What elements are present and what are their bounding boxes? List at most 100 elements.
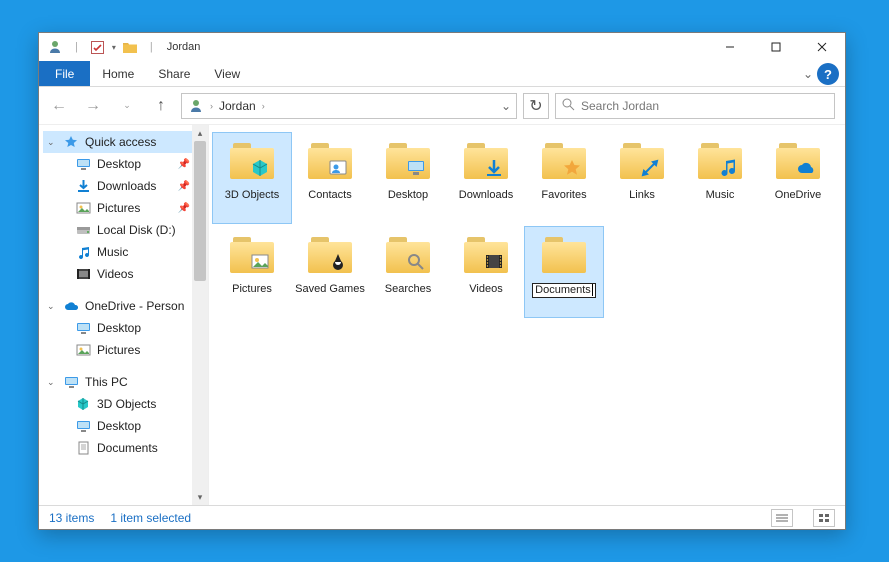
item-icon: [75, 440, 91, 456]
item-label: Videos: [469, 283, 502, 296]
folder-icon: [540, 231, 588, 279]
item-label: Saved Games: [295, 283, 365, 296]
folder-item[interactable]: Saved Games: [291, 227, 369, 317]
maximize-button[interactable]: [753, 33, 799, 61]
pin-icon: 📌: [178, 203, 190, 214]
tab-home[interactable]: Home: [90, 61, 146, 86]
close-button[interactable]: [799, 33, 845, 61]
folder-item[interactable]: Videos: [447, 227, 525, 317]
item-icon: [75, 156, 91, 172]
search-icon: [562, 98, 575, 114]
nav-onedrive[interactable]: ⌄ OneDrive - Person: [43, 295, 208, 317]
nav-item-label: Pictures: [97, 201, 140, 215]
item-label[interactable]: Documents: [532, 283, 596, 298]
search-icon: [406, 252, 426, 275]
folder-icon: [774, 137, 822, 185]
item-label: 3D Objects: [225, 189, 279, 202]
folder-item[interactable]: Music: [681, 133, 759, 223]
breadcrumb-segment[interactable]: Jordan: [219, 99, 256, 113]
folder-icon: [228, 137, 276, 185]
help-button[interactable]: ?: [817, 63, 839, 85]
nav-item[interactable]: Pictures: [43, 339, 208, 361]
desktop-icon: [406, 158, 426, 181]
folder-item[interactable]: Favorites: [525, 133, 603, 223]
nav-item-label: Downloads: [97, 179, 156, 193]
folder-item[interactable]: 3D Objects: [213, 133, 291, 223]
expand-icon[interactable]: ⌄: [47, 301, 57, 312]
tab-share[interactable]: Share: [146, 61, 202, 86]
item-label: Desktop: [388, 189, 428, 202]
folder-icon: [540, 137, 588, 185]
user-icon: [188, 98, 204, 114]
back-button[interactable]: ←: [45, 92, 73, 120]
scroll-thumb[interactable]: [194, 141, 206, 281]
folder-item[interactable]: Searches: [369, 227, 447, 317]
address-bar[interactable]: › Jordan › ⌄: [181, 93, 517, 119]
file-explorer-window: | ▾ | Jordan File Home Share View ⌄ ? ← …: [38, 32, 846, 530]
nav-item[interactable]: Desktop: [43, 415, 208, 437]
item-label: Pictures: [232, 283, 272, 296]
nav-item[interactable]: Pictures 📌: [43, 197, 208, 219]
folder-item[interactable]: Pictures: [213, 227, 291, 317]
scroll-track[interactable]: [192, 141, 208, 489]
scroll-down-icon[interactable]: ▾: [192, 489, 208, 505]
nav-this-pc[interactable]: ⌄ This PC: [43, 371, 208, 393]
item-icon: [75, 320, 91, 336]
pin-icon: 📌: [178, 159, 190, 170]
window-title: Jordan: [165, 41, 201, 53]
folder-item[interactable]: Documents: [525, 227, 603, 317]
expand-icon[interactable]: ⌄: [47, 137, 57, 148]
ribbon: File Home Share View ⌄ ?: [39, 61, 845, 87]
folder-icon: [384, 137, 432, 185]
minimize-button[interactable]: [707, 33, 753, 61]
search-placeholder: Search Jordan: [581, 99, 659, 113]
chevron-right-icon[interactable]: ›: [260, 101, 267, 111]
nav-scrollbar[interactable]: ▴ ▾: [192, 125, 208, 505]
download-icon: [484, 158, 504, 181]
qat-dropdown-icon[interactable]: ▾: [112, 43, 116, 52]
folder-item[interactable]: Contacts: [291, 133, 369, 223]
nav-label: Quick access: [85, 135, 156, 149]
folder-item[interactable]: OneDrive: [759, 133, 837, 223]
nav-item[interactable]: Downloads📌: [43, 175, 208, 197]
folder-icon: [618, 137, 666, 185]
item-icon: [75, 266, 91, 282]
recent-locations-button[interactable]: ⌄: [113, 92, 141, 120]
forward-button[interactable]: →: [79, 92, 107, 120]
view-details-button[interactable]: [771, 509, 793, 527]
expand-icon[interactable]: ⌄: [47, 377, 57, 388]
folder-icon: [306, 231, 354, 279]
tab-file[interactable]: File: [39, 61, 90, 86]
up-button[interactable]: ↑: [147, 92, 175, 120]
nav-item[interactable]: 3D Objects: [43, 393, 208, 415]
folder-item[interactable]: Links: [603, 133, 681, 223]
nav-item[interactable]: Desktop: [43, 317, 208, 339]
chevron-right-icon[interactable]: ›: [208, 101, 215, 111]
view-large-icons-button[interactable]: [813, 509, 835, 527]
folder-item[interactable]: Desktop: [369, 133, 447, 223]
nav-item-label: Music: [97, 245, 128, 259]
item-label: Contacts: [308, 189, 351, 202]
separator: |: [75, 41, 78, 53]
navigation-pane: ⌄ Quick access Desktop📌Downloads📌Picture…: [39, 125, 209, 505]
content-area[interactable]: 3D Objects Contacts Desktop Downloads Favori…: [209, 125, 845, 505]
address-history-dropdown[interactable]: ⌄: [496, 99, 516, 113]
nav-item[interactable]: Desktop📌: [43, 153, 208, 175]
nav-item[interactable]: Documents: [43, 437, 208, 459]
qat-checkbox-icon[interactable]: [90, 39, 106, 55]
nav-label: OneDrive - Person: [85, 299, 184, 313]
folder-item[interactable]: Downloads: [447, 133, 525, 223]
user-icon: [47, 39, 63, 55]
nav-item[interactable]: Music: [43, 241, 208, 263]
tab-view[interactable]: View: [202, 61, 252, 86]
nav-item[interactable]: Local Disk (D:): [43, 219, 208, 241]
none-icon: [562, 252, 582, 275]
item-label: Searches: [385, 283, 431, 296]
item-label: Downloads: [459, 189, 513, 202]
nav-item[interactable]: Videos: [43, 263, 208, 285]
refresh-button[interactable]: ↻: [523, 93, 549, 119]
ribbon-collapse-icon[interactable]: ⌄: [799, 61, 817, 86]
scroll-up-icon[interactable]: ▴: [192, 125, 208, 141]
nav-quick-access[interactable]: ⌄ Quick access: [43, 131, 208, 153]
search-box[interactable]: Search Jordan: [555, 93, 835, 119]
